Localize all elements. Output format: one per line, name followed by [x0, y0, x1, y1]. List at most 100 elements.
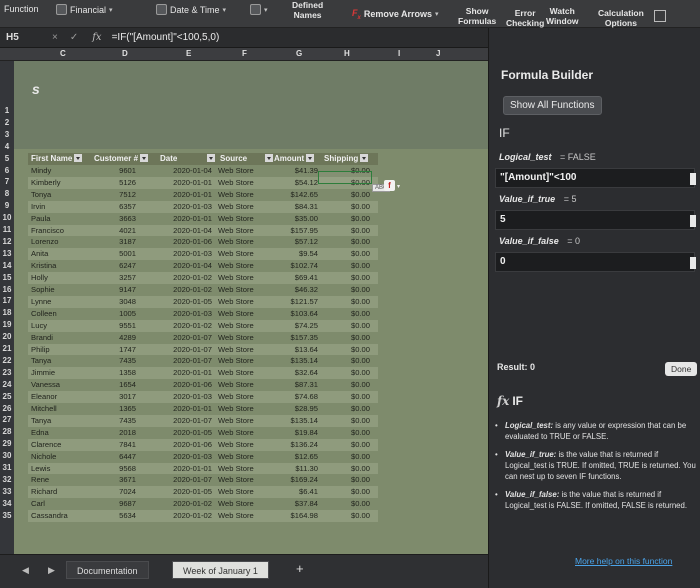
logical-test-input[interactable]: "[Amount]"<100	[495, 168, 695, 188]
cell-date[interactable]: 2020-01-06	[140, 237, 212, 246]
cell-first-name[interactable]: Lorenzo	[31, 237, 91, 246]
cell-first-name[interactable]: Irvin	[31, 202, 91, 211]
value-if-false-input[interactable]: 0	[495, 252, 695, 272]
cell-first-name[interactable]: Colleen	[31, 309, 91, 318]
enter-icon[interactable]: ✓	[70, 32, 78, 43]
spreadsheet-grid[interactable]: s 1 2 3 4 5 6 7 8 9 10 11 12 13 14 15 16 17 18 19 20 21 22 23 2…	[0, 61, 488, 554]
cell-shipping[interactable]: $0.00	[324, 237, 370, 246]
cell-shipping[interactable]: $0.00	[324, 214, 370, 223]
cell-first-name[interactable]: Holly	[31, 273, 91, 282]
column-header[interactable]: F	[242, 49, 247, 58]
cell-source[interactable]: Web Store	[218, 452, 276, 461]
cell-amount[interactable]: $12.65	[274, 452, 318, 461]
row-header[interactable]: 16	[0, 285, 14, 294]
header-first-name[interactable]: First Name	[31, 154, 83, 163]
cell-amount[interactable]: $69.41	[274, 273, 318, 282]
cell-shipping[interactable]: $0.00	[324, 356, 370, 365]
cell-amount[interactable]: $19.84	[274, 428, 318, 437]
cell-customer[interactable]: 3048	[94, 297, 136, 306]
row-header[interactable]: 2	[0, 118, 14, 127]
cell-amount[interactable]: $57.12	[274, 237, 318, 246]
collapse-dialog-icon[interactable]	[690, 173, 696, 185]
cell-shipping[interactable]: $0.00	[324, 487, 370, 496]
cell-date[interactable]: 2020-01-01	[140, 214, 212, 223]
cell-shipping[interactable]: $0.00	[324, 273, 370, 282]
cell-customer[interactable]: 9687	[94, 499, 136, 508]
done-button[interactable]: Done	[665, 362, 698, 376]
defined-names-button[interactable]: Defined Names	[292, 0, 323, 20]
cell-date[interactable]: 2020-01-02	[140, 285, 212, 294]
cell-amount[interactable]: $46.32	[274, 285, 318, 294]
cell-first-name[interactable]: Brandi	[31, 333, 91, 342]
cell-date[interactable]: 2020-01-04	[140, 261, 212, 270]
cell-first-name[interactable]: Vanessa	[31, 380, 91, 389]
cell-customer[interactable]: 2018	[94, 428, 136, 437]
cell-shipping[interactable]: $0.00	[324, 333, 370, 342]
cell-shipping[interactable]: $0.00	[324, 321, 370, 330]
cell-shipping[interactable]: $0.00	[324, 285, 370, 294]
row-header[interactable]: 31	[0, 463, 14, 472]
cell-date[interactable]: 2020-01-03	[140, 452, 212, 461]
cell-first-name[interactable]: Nichole	[31, 452, 91, 461]
cell-first-name[interactable]: Kristina	[31, 261, 91, 270]
cell-customer[interactable]: 5001	[94, 249, 136, 258]
cell-source[interactable]: Web Store	[218, 226, 276, 235]
row-header[interactable]: 4	[0, 142, 14, 151]
show-formulas-button[interactable]: Show Formulas	[458, 6, 496, 26]
value-if-true-input[interactable]: 5	[495, 210, 695, 230]
cell-shipping[interactable]: $0.00	[324, 368, 370, 377]
row-header[interactable]: 13	[0, 249, 14, 258]
filter-dropdown-icon[interactable]	[207, 154, 216, 162]
cell-source[interactable]: Web Store	[218, 356, 276, 365]
cell-first-name[interactable]: Clarence	[31, 440, 91, 449]
cell-amount[interactable]: $32.64	[274, 368, 318, 377]
cell-date[interactable]: 2020-01-02	[140, 511, 212, 520]
cell-customer[interactable]: 9568	[94, 464, 136, 473]
collapse-dialog-icon[interactable]	[690, 257, 696, 269]
cell-shipping[interactable]: $0.00	[324, 309, 370, 318]
cell-shipping[interactable]: $0.00	[324, 190, 370, 199]
cell-first-name[interactable]: Mitchell	[31, 404, 91, 413]
cell-amount[interactable]: $28.95	[274, 404, 318, 413]
cell-amount[interactable]: $35.00	[274, 214, 318, 223]
row-header[interactable]: 28	[0, 427, 14, 436]
cell-customer[interactable]: 5634	[94, 511, 136, 520]
cell-shipping[interactable]: $0.00	[324, 249, 370, 258]
cell-first-name[interactable]: Tanya	[31, 416, 91, 425]
cell-date[interactable]: 2020-01-03	[140, 309, 212, 318]
cell-customer[interactable]: 6357	[94, 202, 136, 211]
cell-amount[interactable]: $11.30	[274, 464, 318, 473]
cell-first-name[interactable]: Jimmie	[31, 368, 91, 377]
row-header[interactable]: 12	[0, 237, 14, 246]
row-header[interactable]: 17	[0, 296, 14, 305]
cell-first-name[interactable]: Carl	[31, 499, 91, 508]
cell-date[interactable]: 2020-01-01	[140, 190, 212, 199]
cell-source[interactable]: Web Store	[218, 202, 276, 211]
tab-week-of-january-1[interactable]: Week of January 1	[172, 561, 269, 579]
cell-date[interactable]: 2020-01-06	[140, 440, 212, 449]
cell-shipping[interactable]: $0.00	[324, 261, 370, 270]
cell-source[interactable]: Web Store	[218, 475, 276, 484]
chevron-down-icon[interactable]: ▾	[397, 183, 400, 190]
row-header[interactable]: 26	[0, 404, 14, 413]
cell-shipping[interactable]: $0.00	[324, 380, 370, 389]
cell-shipping[interactable]: $0.00	[324, 475, 370, 484]
cell-shipping[interactable]: $0.00	[324, 499, 370, 508]
cell-first-name[interactable]: Anita	[31, 249, 91, 258]
cell-source[interactable]: Web Store	[218, 416, 276, 425]
cell-amount[interactable]: $103.64	[274, 309, 318, 318]
cell-customer[interactable]: 9551	[94, 321, 136, 330]
cell-amount[interactable]: $74.68	[274, 392, 318, 401]
cell-date[interactable]: 2020-01-05	[140, 297, 212, 306]
cell-first-name[interactable]: Edna	[31, 428, 91, 437]
cell-amount[interactable]: $142.65	[274, 190, 318, 199]
insert-function-icon[interactable]: fx	[92, 32, 101, 43]
cell-amount[interactable]: $54.12	[274, 178, 318, 187]
cell-date[interactable]: 2020-01-03	[140, 249, 212, 258]
cell-first-name[interactable]: Kimberly	[31, 178, 91, 187]
cell-customer[interactable]: 3017	[94, 392, 136, 401]
cell-date[interactable]: 2020-01-01	[140, 404, 212, 413]
row-header[interactable]: 8	[0, 189, 14, 198]
row-header[interactable]: 34	[0, 499, 14, 508]
cell-source[interactable]: Web Store	[218, 297, 276, 306]
